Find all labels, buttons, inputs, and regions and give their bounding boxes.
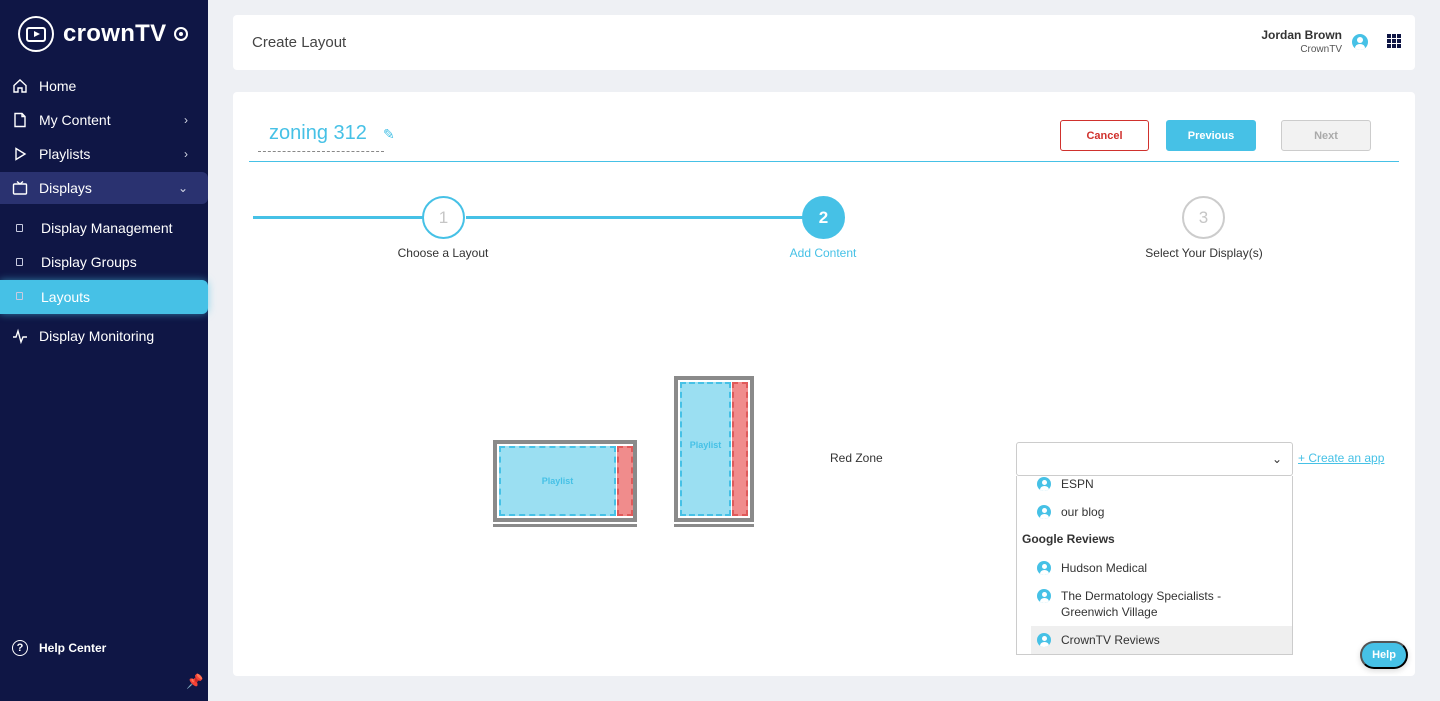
pin-icon[interactable]: 📌 [186, 673, 203, 690]
sidebar-item-home[interactable]: Home [0, 70, 208, 102]
sidebar-subitem-display-groups[interactable]: Display Groups [0, 246, 208, 278]
portrait-layout-preview: Playlist [674, 376, 754, 522]
divider [249, 161, 1399, 162]
playlist-zone[interactable]: Playlist [499, 446, 616, 516]
user-icon [1037, 589, 1051, 603]
option-label: CrownTV Reviews [1061, 633, 1160, 647]
dropdown-option[interactable]: our blog [1031, 504, 1292, 522]
sidebar-item-label: Display Monitoring [39, 328, 155, 344]
dropdown-option-hovered[interactable]: CrownTV Reviews [1031, 626, 1292, 654]
play-icon [15, 147, 27, 161]
brand-name: crownTV [63, 20, 167, 47]
dropdown-option[interactable]: ESPN [1031, 476, 1292, 494]
zone-content-select[interactable]: ⌄ [1016, 442, 1293, 476]
create-app-link[interactable]: + Create an app [1298, 451, 1384, 465]
document-icon [14, 112, 26, 128]
sidebar-item-my-content[interactable]: My Content › [0, 104, 208, 136]
option-label: our blog [1061, 505, 1105, 519]
step-connector [466, 216, 803, 219]
sidebar-subitem-layouts[interactable]: Layouts [0, 280, 208, 314]
name-underline [258, 151, 384, 152]
step-1-label: Choose a Layout [397, 246, 489, 260]
option-label: The Dermatology Specialists - Greenwich … [1061, 589, 1222, 619]
display-icon [16, 224, 23, 232]
pencil-icon[interactable]: ✎ [383, 126, 395, 143]
sidebar-item-displays[interactable]: Displays ⌄ [0, 172, 208, 204]
chevron-right-icon: › [184, 147, 188, 161]
sidebar-item-playlists[interactable]: Playlists › [0, 138, 208, 170]
brand-logo[interactable]: crownTV [18, 16, 189, 52]
help-center-link[interactable]: ? Help Center [12, 640, 106, 656]
zone-content-dropdown: ESPN our blog Google Reviews Hudson Medi… [1016, 476, 1293, 655]
home-icon [13, 79, 27, 93]
help-center-label: Help Center [39, 641, 107, 655]
chevron-down-icon: ⌄ [1271, 452, 1282, 466]
sidebar-subitem-display-management[interactable]: Display Management [0, 212, 208, 244]
sidebar-subitem-label: Layouts [41, 289, 91, 305]
user-icon [1037, 477, 1051, 491]
step-2-label: Add Content [789, 246, 857, 260]
playlist-zone[interactable]: Playlist [680, 382, 731, 516]
logo-play-icon [18, 16, 54, 52]
sidebar-item-label: Displays [39, 180, 92, 196]
apps-grid-icon[interactable] [1387, 34, 1401, 48]
chevron-right-icon: › [184, 113, 188, 127]
dropdown-group-header: Google Reviews [1022, 532, 1115, 546]
portrait-stand [674, 524, 754, 527]
previous-button[interactable]: Previous [1166, 120, 1256, 151]
zone-label: Red Zone [830, 451, 883, 465]
option-label: ESPN [1061, 477, 1094, 491]
user-icon [1037, 561, 1051, 575]
sidebar-subitem-label: Display Management [41, 220, 173, 236]
layout-name[interactable]: zoning 312 [269, 122, 367, 145]
layout-icon [16, 292, 23, 300]
pulse-icon [13, 328, 27, 344]
cancel-button[interactable]: Cancel [1060, 120, 1149, 151]
sidebar-item-label: Playlists [39, 146, 91, 162]
group-icon [16, 258, 23, 266]
step-3-label: Select Your Display(s) [1145, 246, 1263, 260]
tv-icon [12, 180, 28, 195]
dropdown-option[interactable]: The Dermatology Specialists - Greenwich … [1031, 588, 1292, 622]
dropdown-option[interactable]: Hudson Medical [1031, 560, 1292, 578]
landscape-stand [493, 524, 637, 527]
sidebar-item-display-monitoring[interactable]: Display Monitoring [0, 320, 208, 352]
sidebar-subitem-label: Display Groups [41, 254, 137, 270]
header: Create Layout Jordan Brown CrownTV [233, 15, 1415, 70]
chevron-down-icon: ⌄ [177, 181, 188, 195]
landscape-layout-preview: Playlist [493, 440, 637, 522]
step-2-circle[interactable]: 2 [802, 196, 845, 239]
create-layout-card: zoning 312 ✎ Cancel Previous Next 1 2 3 … [233, 92, 1415, 676]
option-label: Hudson Medical [1061, 561, 1148, 575]
question-icon: ? [12, 640, 28, 656]
sidebar-item-label: My Content [39, 112, 111, 128]
red-zone[interactable] [732, 382, 748, 516]
step-1-circle[interactable]: 1 [422, 196, 465, 239]
red-zone[interactable] [617, 446, 633, 516]
page-title: Create Layout [252, 34, 347, 51]
next-button[interactable]: Next [1281, 120, 1371, 151]
step-3-circle[interactable]: 3 [1182, 196, 1225, 239]
user-org: CrownTV [1300, 44, 1342, 55]
user-icon [1037, 505, 1051, 519]
target-icon [174, 27, 189, 41]
step-connector [253, 216, 443, 219]
sidebar-item-label: Home [39, 78, 77, 94]
user-name: Jordan Brown [1261, 28, 1342, 42]
help-button[interactable]: Help [1360, 641, 1408, 669]
user-icon [1037, 633, 1051, 647]
sidebar: crownTV Home My Content › Playlists › Di… [0, 0, 208, 701]
user-avatar-icon[interactable] [1352, 34, 1368, 50]
